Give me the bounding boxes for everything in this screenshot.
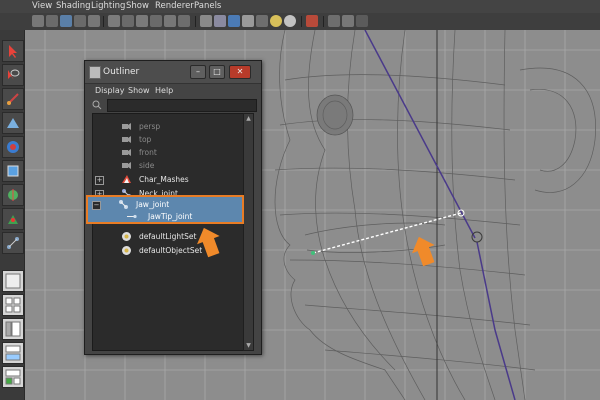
rotate-tool-icon[interactable]	[2, 136, 24, 158]
gate-mask-icon[interactable]	[150, 15, 162, 27]
mesh-icon	[122, 175, 131, 183]
tree-item-front[interactable]: front	[93, 146, 243, 159]
panel-menubar: View Shading Lighting Show Renderer Pane…	[0, 0, 600, 13]
panel-toolbar	[0, 13, 600, 31]
maximize-button[interactable]: □	[209, 65, 225, 79]
menu-lighting[interactable]: Lighting	[91, 1, 125, 11]
paint-select-tool-icon[interactable]	[2, 88, 24, 110]
shadows-icon[interactable]	[284, 15, 296, 27]
xray-icon[interactable]	[342, 15, 354, 27]
tree-item-char-mashes[interactable]: + Char_Mashes	[93, 173, 243, 186]
soft-modification-icon[interactable]	[2, 208, 24, 230]
four-pane-layout-icon[interactable]	[2, 294, 24, 316]
menu-renderer[interactable]: Renderer	[155, 1, 194, 11]
tree-item-top[interactable]: top	[93, 133, 243, 146]
default-lighting-icon[interactable]	[256, 15, 268, 27]
bookmark-icon[interactable]	[60, 15, 72, 27]
move-tool-icon[interactable]	[2, 112, 24, 134]
universal-manipulator-icon[interactable]	[2, 184, 24, 206]
xray-joints-icon[interactable]	[306, 15, 318, 27]
lasso-tool-icon[interactable]	[2, 64, 24, 86]
persp-outliner-layout-icon[interactable]	[2, 318, 24, 340]
image-plane-icon[interactable]	[74, 15, 86, 27]
grid-icon[interactable]	[108, 15, 120, 27]
outliner-scrollbar[interactable]: ▲ ▼	[243, 113, 254, 351]
outliner-title: Outliner	[103, 67, 140, 77]
resolution-gate-icon[interactable]	[136, 15, 148, 27]
isolate-select-icon[interactable]	[328, 15, 340, 27]
film-gate-icon[interactable]	[122, 15, 134, 27]
lock-camera-icon[interactable]	[46, 15, 58, 27]
select-tool-icon[interactable]	[2, 40, 24, 62]
menu-help[interactable]: Help	[155, 86, 173, 95]
menu-show[interactable]: Show	[126, 1, 149, 11]
tool-box	[0, 30, 25, 400]
select-camera-icon[interactable]	[32, 15, 44, 27]
set-icon	[122, 246, 131, 255]
outliner-app-icon	[89, 66, 101, 79]
outliner-filter-field[interactable]	[107, 99, 257, 112]
highlight-arrow-icon	[412, 236, 435, 267]
camera-icon	[122, 136, 131, 143]
scroll-up-icon[interactable]: ▲	[245, 115, 252, 122]
hypershade-layout-icon[interactable]	[2, 366, 24, 388]
single-pane-layout-icon[interactable]	[2, 270, 24, 292]
outliner-menubar: Display Show Help	[85, 85, 261, 97]
persp-graph-layout-icon[interactable]	[2, 342, 24, 364]
camera-icon	[122, 123, 131, 130]
scroll-down-icon[interactable]: ▼	[245, 342, 252, 349]
show-manipulator-icon[interactable]	[2, 232, 24, 254]
tree-item-side[interactable]: side	[93, 159, 243, 172]
camera-icon	[122, 162, 131, 169]
camera-attributes-icon[interactable]	[88, 15, 100, 27]
menu-show-outliner[interactable]: Show	[128, 86, 150, 95]
menu-display[interactable]: Display	[95, 86, 125, 95]
camera-icon	[122, 149, 131, 156]
filter-icon[interactable]	[92, 100, 102, 110]
tree-item-persp[interactable]: persp	[93, 120, 243, 133]
outliner-titlebar[interactable]: Outliner – □ ✕	[85, 61, 261, 84]
scale-tool-icon[interactable]	[2, 160, 24, 182]
textured-icon[interactable]	[242, 15, 254, 27]
highlight-arrow-icon	[197, 227, 220, 258]
menu-shading[interactable]: Shading	[56, 1, 91, 11]
close-button[interactable]: ✕	[229, 65, 251, 79]
tree-item-jawtip-joint[interactable]: JawTip_joint	[88, 210, 242, 223]
field-chart-icon[interactable]	[164, 15, 176, 27]
expand-toggle[interactable]: +	[95, 176, 104, 185]
menu-view[interactable]: View	[32, 1, 52, 11]
selection-highlight-frame: − Jaw_joint JawTip_joint	[86, 195, 244, 224]
minimize-button[interactable]: –	[190, 65, 206, 79]
collapse-toggle[interactable]: −	[92, 201, 101, 210]
wireframe-on-shaded-icon[interactable]	[228, 15, 240, 27]
set-icon	[122, 232, 131, 241]
wireframe-icon[interactable]	[200, 15, 212, 27]
use-all-lights-icon[interactable]	[270, 15, 282, 27]
smooth-shade-icon[interactable]	[214, 15, 226, 27]
menu-panels[interactable]: Panels	[194, 1, 221, 11]
joint-icon	[119, 200, 128, 209]
safe-action-icon[interactable]	[178, 15, 190, 27]
joint-icon	[127, 214, 137, 219]
xray-active-components-icon[interactable]	[356, 15, 368, 27]
